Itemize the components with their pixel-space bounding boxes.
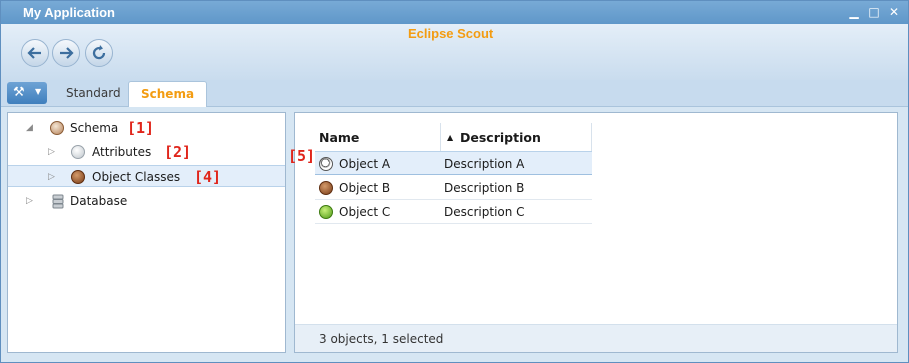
table-row[interactable]: Object A Description A: [315, 151, 592, 175]
sort-ascending-icon: ▲: [447, 133, 454, 142]
tree-panel: ◢ Schema [1] ▷ Attributes [2] ▷ Object C…: [7, 112, 286, 353]
refresh-icon: [92, 45, 106, 60]
tools-icon: ⚒: [13, 85, 25, 100]
app-title: My Application: [23, 5, 115, 20]
column-separator: [440, 123, 441, 151]
soccer-ball-icon: [319, 157, 333, 171]
expand-icon[interactable]: ▷: [26, 190, 33, 212]
column-header-name[interactable]: Name: [319, 121, 359, 151]
forward-button[interactable]: [52, 39, 80, 67]
tab-bar: ⚒ ▼ Standard Schema: [1, 80, 908, 107]
tree-node-schema[interactable]: ◢ Schema [1]: [8, 117, 285, 139]
cell-description: Description B: [444, 181, 525, 195]
annotation-marker: [4]: [194, 168, 222, 186]
schema-icon: [50, 121, 64, 135]
tree-node-label: Schema: [70, 121, 119, 135]
cell-name: Object A: [339, 157, 391, 171]
collapse-icon[interactable]: ◢: [26, 117, 33, 139]
tab-standard[interactable]: Standard: [54, 81, 133, 107]
tree-node-object-classes[interactable]: ▷ Object Classes [4]: [8, 165, 285, 187]
toolbar-area: Eclipse Scout: [1, 24, 908, 80]
application-window: My Application ▁ □ ✕ Eclipse Scout ⚒ ▼ S…: [0, 0, 909, 363]
minimize-button[interactable]: ▁: [847, 5, 861, 19]
cell-name: Object C: [339, 205, 391, 219]
football-icon: [319, 181, 333, 195]
table-panel: [5] Name ▲ Description Object A Descript…: [288, 112, 898, 353]
cell-description: Description A: [444, 157, 525, 171]
tools-menu-button[interactable]: ⚒ ▼: [7, 82, 47, 104]
tree-node-label: Database: [70, 194, 128, 208]
object-classes-icon: [71, 170, 85, 184]
tree-node-attributes[interactable]: ▷ Attributes [2]: [8, 141, 285, 163]
maximize-button[interactable]: □: [867, 5, 881, 19]
title-bar[interactable]: My Application ▁ □ ✕: [1, 1, 908, 24]
tennis-ball-icon: [319, 205, 333, 219]
annotation-marker: [1]: [127, 119, 155, 137]
column-header-description[interactable]: Description: [460, 121, 541, 151]
tree-node-database[interactable]: ▷ Database: [8, 190, 285, 212]
tab-schema[interactable]: Schema: [128, 81, 208, 107]
database-icon: [52, 194, 64, 209]
status-text: 3 objects, 1 selected: [319, 332, 444, 346]
annotation-marker: [5]: [288, 147, 316, 165]
annotation-marker: [2]: [164, 143, 192, 161]
back-button[interactable]: [21, 39, 49, 67]
chevron-down-icon: ▼: [35, 87, 42, 96]
expand-icon[interactable]: ▷: [48, 166, 55, 188]
forward-arrow-icon: [60, 47, 74, 59]
close-button[interactable]: ✕: [887, 5, 901, 19]
refresh-button[interactable]: [85, 39, 113, 67]
table-row[interactable]: Object B Description B: [315, 176, 592, 200]
attributes-icon: [71, 145, 85, 159]
cell-description: Description C: [444, 205, 525, 219]
expand-icon[interactable]: ▷: [48, 141, 55, 163]
tree-node-label: Attributes: [92, 145, 152, 159]
column-separator: [591, 123, 592, 151]
tree-node-label: Object Classes: [92, 170, 181, 184]
back-arrow-icon: [27, 47, 41, 59]
brand-label: Eclipse Scout: [408, 26, 494, 41]
table-status-bar: 3 objects, 1 selected: [295, 324, 897, 352]
cell-name: Object B: [339, 181, 391, 195]
table-row[interactable]: Object C Description C: [315, 200, 592, 224]
